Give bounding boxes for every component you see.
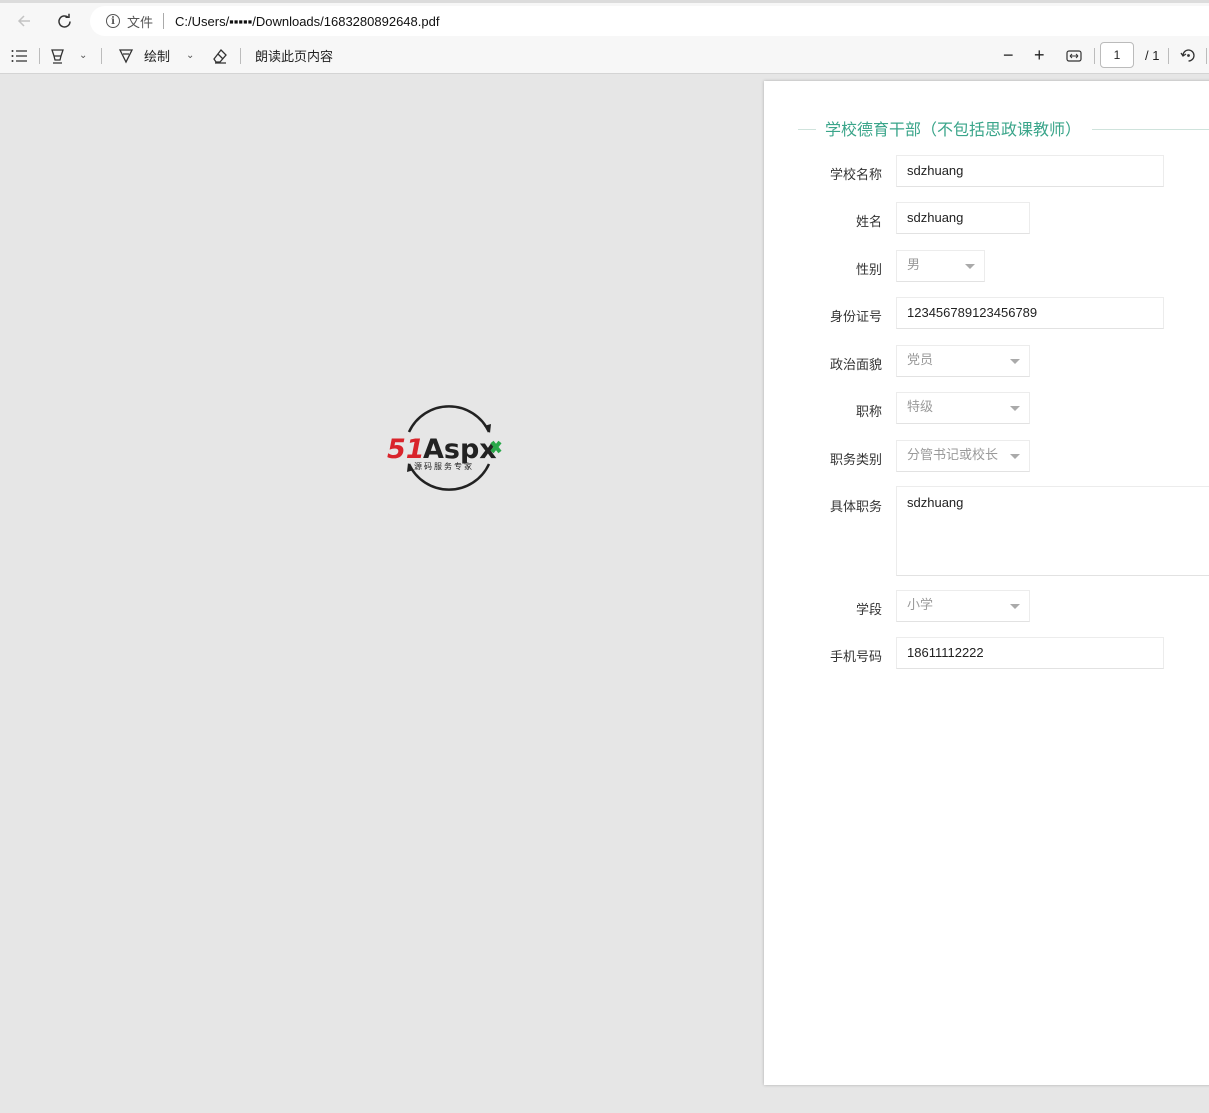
gender-value: 男 xyxy=(907,258,921,273)
section-header: 学校德育干部（不包括思政课教师） xyxy=(764,115,1209,139)
draw-options-button[interactable]: ⌄ xyxy=(186,37,194,74)
read-aloud-label: 朗读此页内容 xyxy=(255,49,334,64)
divider-line xyxy=(1092,129,1209,130)
position-category-value: 分管书记或校长 xyxy=(907,448,999,463)
file-scheme-label: 文件 xyxy=(127,14,154,30)
divider-line xyxy=(798,129,816,130)
toolbar-divider xyxy=(1094,48,1095,64)
pdf-page: 学校德育干部（不包括思政课教师） 学校名称 sdzhuang 姓名 sdzhua… xyxy=(764,81,1209,1085)
chevron-down-icon: ⌄ xyxy=(186,50,195,61)
rotate-button[interactable] xyxy=(1180,37,1197,74)
name-label: 姓名 xyxy=(855,215,882,230)
highlighter-icon xyxy=(51,48,64,64)
dropdown-caret-icon xyxy=(1010,604,1020,609)
school-stage-value: 小学 xyxy=(907,598,934,613)
phone-field[interactable]: 18611112222 xyxy=(896,637,1164,669)
dropdown-caret-icon xyxy=(1010,359,1020,364)
minus-icon: − xyxy=(1003,45,1014,65)
title-select[interactable]: 特级 xyxy=(896,392,1030,424)
toolbar-divider xyxy=(1168,48,1169,64)
draw-label: 绘制 xyxy=(144,49,171,64)
toolbar-divider xyxy=(101,48,102,64)
address-bar: i 文件 C:/Users/▪▪▪▪▪/Downloads/1683280892… xyxy=(0,0,1209,37)
school-stage-label: 学段 xyxy=(855,603,882,618)
zoom-in-button[interactable]: + xyxy=(1034,37,1045,74)
title-value: 特级 xyxy=(907,400,934,415)
id-number-field[interactable]: 123456789123456789 xyxy=(896,297,1164,329)
fit-width-icon xyxy=(1066,49,1082,62)
gender-select[interactable]: 男 xyxy=(896,250,985,282)
pdf-toolbar: ⌄ 绘制 ⌄ 朗读此页内容 − + 1 / 1 xyxy=(0,37,1209,74)
arrow-left-icon xyxy=(17,15,30,27)
toolbar-divider xyxy=(240,48,241,64)
position-category-label: 职务类别 xyxy=(829,453,882,468)
political-status-value: 党员 xyxy=(907,353,934,368)
political-status-label: 政治面貌 xyxy=(829,358,882,373)
page-number-input[interactable]: 1 xyxy=(1100,42,1134,68)
reload-button[interactable] xyxy=(50,7,78,35)
read-aloud-button[interactable]: 朗读此页内容 xyxy=(255,37,333,74)
svg-text:51: 51 xyxy=(387,434,425,465)
url-text[interactable]: C:/Users/▪▪▪▪▪/Downloads/1683280892648.p… xyxy=(175,14,439,29)
logo-mark: 51 Aspx 源码服务专家 xyxy=(387,405,502,491)
title-label: 职称 xyxy=(855,405,882,420)
svg-text:源码服务专家: 源码服务专家 xyxy=(414,461,474,471)
gender-label: 性别 xyxy=(855,263,882,278)
chevron-down-icon[interactable]: ⌄ xyxy=(79,50,87,61)
list-icon xyxy=(11,49,27,62)
section-title: 学校德育干部（不包括思政课教师） xyxy=(825,120,1082,139)
id-number-label: 身份证号 xyxy=(829,310,882,325)
svg-text:Aspx: Aspx xyxy=(423,434,497,465)
rotate-icon xyxy=(1180,49,1195,62)
position-category-select[interactable]: 分管书记或校长 xyxy=(896,440,1030,472)
info-icon[interactable]: i xyxy=(106,14,120,28)
specific-position-textarea[interactable]: sdzhuang xyxy=(896,486,1209,576)
draw-button[interactable]: 绘制 xyxy=(118,37,170,74)
dropdown-caret-icon xyxy=(1010,406,1020,411)
zoom-out-button[interactable]: − xyxy=(1003,37,1014,74)
erase-button[interactable] xyxy=(212,37,228,74)
draw-icon xyxy=(118,48,134,63)
specific-position-label: 具体职务 xyxy=(829,500,882,515)
contents-button[interactable] xyxy=(11,37,28,74)
political-status-select[interactable]: 党员 xyxy=(896,345,1030,377)
dropdown-caret-icon xyxy=(965,264,975,269)
highlight-button[interactable]: ⌄ xyxy=(50,37,87,74)
reload-icon xyxy=(57,13,71,28)
school-stage-select[interactable]: 小学 xyxy=(896,590,1030,622)
url-divider xyxy=(163,13,165,29)
fit-to-width-button[interactable] xyxy=(1066,37,1082,74)
school-name-field[interactable]: sdzhuang xyxy=(896,155,1164,187)
toolbar-divider xyxy=(39,48,40,64)
school-name-label: 学校名称 xyxy=(829,168,882,183)
page-total: / 1 xyxy=(1145,48,1160,63)
plus-icon: + xyxy=(1034,45,1045,65)
51aspx-logo: 51 Aspx 源码服务专家 xyxy=(386,402,512,494)
back-button[interactable] xyxy=(10,7,38,35)
toolbar-divider xyxy=(1206,48,1207,64)
eraser-icon xyxy=(213,48,227,64)
dropdown-caret-icon xyxy=(1010,454,1020,459)
name-field[interactable]: sdzhuang xyxy=(896,202,1030,234)
phone-label: 手机号码 xyxy=(829,650,882,665)
url-field[interactable]: i 文件 C:/Users/▪▪▪▪▪/Downloads/1683280892… xyxy=(90,6,1209,36)
